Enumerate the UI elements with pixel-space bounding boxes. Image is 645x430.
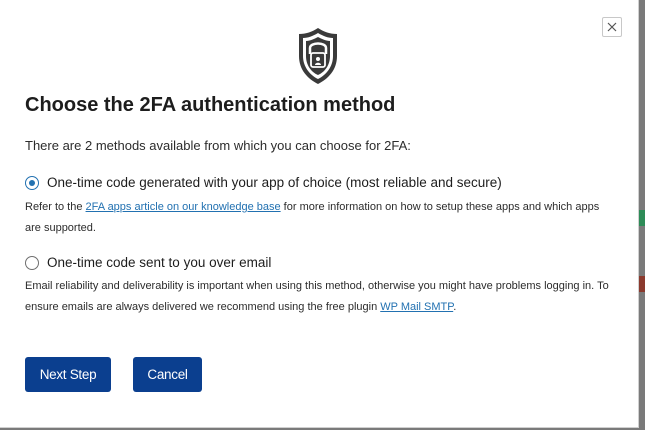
2fa-method-modal: Choose the 2FA authentication method The… (0, 0, 639, 428)
intro-text: There are 2 methods available from which… (25, 138, 411, 153)
description-text: Refer to the (25, 201, 86, 213)
close-icon (607, 22, 617, 32)
option-email-code[interactable]: One-time code sent to you over email (25, 255, 271, 270)
background-strip (639, 276, 645, 292)
wp-mail-smtp-link[interactable]: WP Mail SMTP (380, 301, 453, 313)
description-text: . (453, 301, 457, 313)
cancel-button[interactable]: Cancel (133, 357, 202, 392)
modal-title: Choose the 2FA authentication method (25, 94, 396, 116)
option-app-code[interactable]: One-time code generated with your app of… (25, 175, 502, 190)
shield-lock-icon (299, 28, 337, 84)
radio-email-code[interactable] (25, 255, 39, 270)
knowledge-base-link[interactable]: 2FA apps article on our knowledge base (86, 201, 281, 213)
option-label: One-time code sent to you over email (47, 255, 272, 270)
option-app-code-description: Refer to the 2FA apps article on our kno… (25, 197, 615, 239)
radio-app-code[interactable] (25, 175, 39, 190)
option-label: One-time code generated with your app of… (47, 175, 502, 190)
background-strip (639, 210, 645, 226)
close-button[interactable] (602, 17, 622, 37)
description-text: Email reliability and deliverability is … (25, 280, 609, 313)
option-email-code-description: Email reliability and deliverability is … (25, 276, 615, 318)
next-step-button[interactable]: Next Step (25, 357, 111, 392)
